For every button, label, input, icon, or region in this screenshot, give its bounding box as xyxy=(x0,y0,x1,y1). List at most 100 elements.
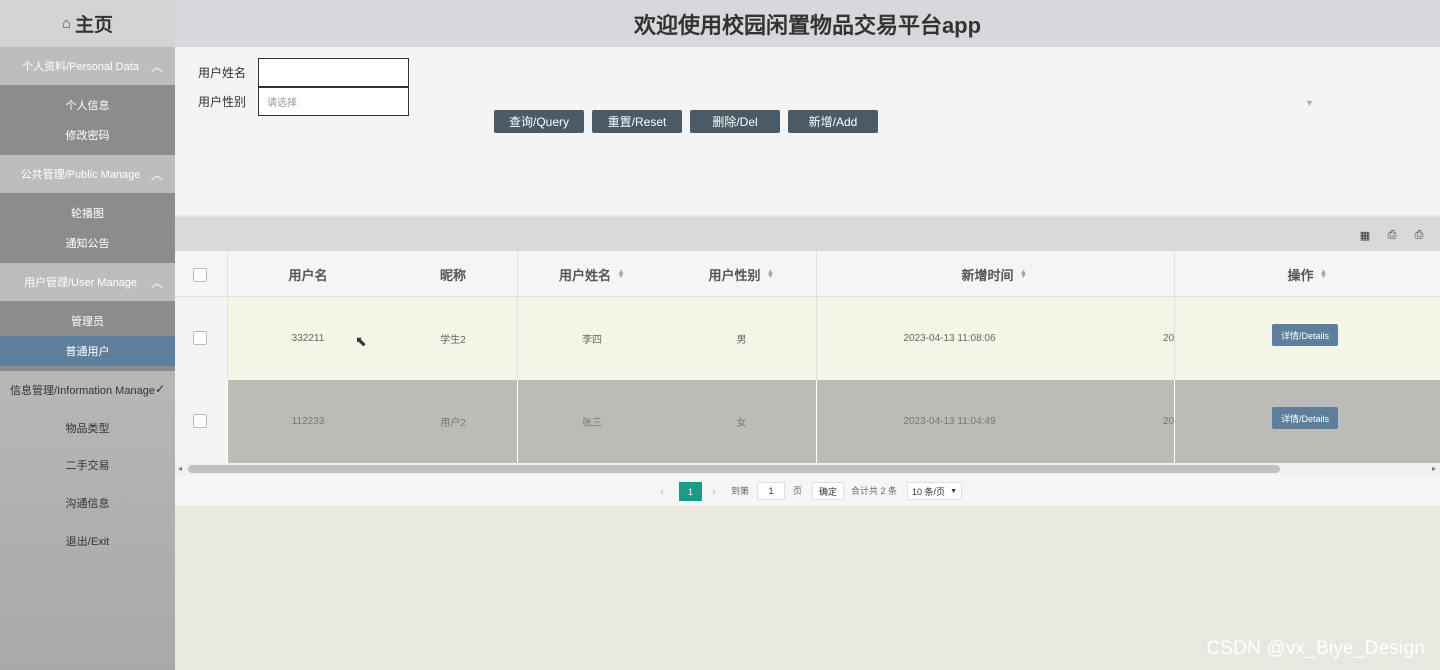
table-header: 用户名 昵称 用户姓名 ▲ ▼ 用户性别 ▲ ▼ 新增时间 ▲ ▼ 操作 ▲ ▼ xyxy=(175,251,1440,297)
table-toolbar: ▦ ⎙ ⎙ xyxy=(175,215,1440,251)
name-filter-input[interactable] xyxy=(258,58,409,87)
sidebar-group-public-items: 轮播图 通知公告 xyxy=(0,193,175,263)
goto-prefix: 到第 xyxy=(731,486,750,496)
chevron-up-icon: ︿ xyxy=(150,168,163,182)
cell-created: 2023-04-13 11:04:49 xyxy=(903,416,996,427)
sidebar-item-message[interactable]: 沟通信息 xyxy=(0,484,175,522)
scroll-thumb[interactable] xyxy=(188,465,1280,473)
page-size-value: 10 条/页 xyxy=(912,486,946,497)
sidebar-group-personal[interactable]: 个人资料/Personal Data ︿ xyxy=(0,47,175,85)
gender-filter-label: 用户性别 xyxy=(198,95,247,109)
divider xyxy=(1174,380,1175,463)
chevron-up-icon: ︿ xyxy=(150,276,163,290)
cell-nickname: 学生2 xyxy=(440,335,466,346)
column-header-created[interactable]: 新增时间 ▲ ▼ xyxy=(816,251,1173,297)
goto-confirm-button[interactable]: 确定 xyxy=(812,482,844,500)
row-checkbox[interactable] xyxy=(193,414,207,428)
scroll-left-icon[interactable]: ◂ xyxy=(178,464,182,473)
next-page-icon[interactable]: › xyxy=(712,475,716,506)
search-panel: 用户姓名 用户性别 请选择 ▼ 查询/Query 重置/Reset 删除/Del… xyxy=(175,47,1440,215)
pagination: ‹ 1 › 到第 1 页 确定 合计共 2 条 10 条/页 ▼ xyxy=(175,475,1440,506)
chevron-down-icon: ✓ xyxy=(154,382,165,396)
home-icon: ⌂ xyxy=(61,15,72,32)
goto-suffix: 页 xyxy=(793,486,803,496)
column-label: 用户姓名 xyxy=(559,267,612,283)
query-button[interactable]: 查询/Query xyxy=(494,110,584,133)
sidebar-item-admin[interactable]: 管理员 xyxy=(0,306,175,336)
sidebar-group-public[interactable]: 公共管理/Public Manage ︿ xyxy=(0,155,175,193)
reset-button[interactable]: 重置/Reset xyxy=(592,110,682,133)
sidebar-group-personal-items: 个人信息 修改密码 xyxy=(0,85,175,155)
top-header: 欢迎使用校园闲置物品交易平台app xyxy=(175,0,1440,47)
chevron-down-icon[interactable]: ▼ xyxy=(1305,98,1314,108)
watermark: CSDN @vx_Biye_Design xyxy=(1206,638,1425,659)
sidebar-item-normal-user[interactable]: 普通用户 xyxy=(0,336,175,366)
sidebar-group-user[interactable]: 用户管理/User Manage ︿ xyxy=(0,263,175,301)
cell-gender: 男 xyxy=(736,335,747,346)
table-row[interactable]: 112233 用户2 张三 女 2023-04-13 11:04:49 20 详… xyxy=(175,380,1440,463)
sidebar-item-carousel[interactable]: 轮播图 xyxy=(0,198,175,228)
sidebar-group-info-items: 物品类型 二手交易 沟通信息 xyxy=(0,409,175,522)
cell-created: 2023-04-13 11:08:06 xyxy=(903,333,996,344)
gender-filter-row: 用户性别 请选择 xyxy=(198,87,409,116)
mouse-cursor-icon: ⬉ xyxy=(355,333,367,349)
export-icon[interactable]: ⎙ xyxy=(1384,227,1400,243)
sort-icon[interactable]: ▲ ▼ xyxy=(1320,268,1328,280)
chevron-down-icon: ▼ xyxy=(950,487,957,495)
column-label: 新增时间 xyxy=(961,267,1014,283)
sidebar-item-item-type[interactable]: 物品类型 xyxy=(0,409,175,447)
cell-username: 112233 xyxy=(291,416,325,427)
total-count: 合计共 2 条 xyxy=(851,486,898,496)
column-label: 用户名 xyxy=(288,267,328,283)
print-icon[interactable]: ⎙ xyxy=(1411,227,1427,243)
group-label: 公共管理/Public Manage xyxy=(20,169,141,181)
cell-real-name: 李四 xyxy=(582,335,602,346)
sort-icon[interactable]: ▲ ▼ xyxy=(767,268,775,280)
column-header-username: 用户名 xyxy=(227,251,389,297)
divider xyxy=(1174,297,1175,380)
details-button[interactable]: 详情/Details xyxy=(1272,324,1338,346)
row-checkbox[interactable] xyxy=(193,331,207,345)
group-label: 信息管理/Information Manage xyxy=(10,385,155,397)
select-all-checkbox[interactable] xyxy=(193,268,207,282)
name-filter-label: 用户姓名 xyxy=(198,66,247,80)
home-label: 主页 xyxy=(75,15,114,36)
page-title: 欢迎使用校园闲置物品交易平台app xyxy=(633,12,982,38)
sidebar: ⌂ 主页 个人资料/Personal Data ︿ 个人信息 修改密码 公共管理… xyxy=(0,0,175,670)
sidebar-item-change-password[interactable]: 修改密码 xyxy=(0,120,175,150)
page-number-active[interactable]: 1 xyxy=(679,482,702,501)
gender-filter-select[interactable]: 请选择 xyxy=(258,87,409,116)
sidebar-item-notice[interactable]: 通知公告 xyxy=(0,228,175,258)
delete-button[interactable]: 删除/Del xyxy=(690,110,780,133)
sidebar-group-info[interactable]: 信息管理/Information Manage ✓ xyxy=(0,371,175,409)
column-header-nickname: 昵称 xyxy=(389,251,517,297)
scroll-right-icon[interactable]: ▸ xyxy=(1432,464,1436,473)
columns-icon[interactable]: ▦ xyxy=(1357,227,1373,243)
home-link[interactable]: ⌂ 主页 xyxy=(0,0,175,47)
name-filter-row: 用户姓名 xyxy=(198,58,409,87)
sidebar-group-user-items: 管理员 普通用户 xyxy=(0,301,175,371)
details-button[interactable]: 详情/Details xyxy=(1272,407,1338,429)
cell-gender: 女 xyxy=(736,418,747,429)
sort-icon[interactable]: ▲ ▼ xyxy=(617,268,625,280)
page-size-select[interactable]: 10 条/页 ▼ xyxy=(907,482,962,500)
sidebar-item-personal-info[interactable]: 个人信息 xyxy=(0,90,175,120)
goto-page-input[interactable]: 1 xyxy=(757,482,785,500)
prev-page-icon[interactable]: ‹ xyxy=(660,475,664,506)
column-label: 昵称 xyxy=(439,267,466,283)
column-label: 用户性别 xyxy=(708,267,761,283)
column-label: 操作 xyxy=(1287,267,1314,283)
horizontal-scrollbar[interactable]: ◂ ▸ xyxy=(175,463,1440,475)
sidebar-item-trade[interactable]: 二手交易 xyxy=(0,447,175,485)
group-label: 个人资料/Personal Data xyxy=(22,61,139,73)
cell-real-name: 张三 xyxy=(582,418,602,429)
add-button[interactable]: 新增/Add xyxy=(788,110,878,133)
group-label: 用户管理/User Manage xyxy=(23,277,138,289)
chevron-up-icon: ︿ xyxy=(150,60,163,74)
cell-nickname: 用户2 xyxy=(440,418,466,429)
column-header-actions[interactable]: 操作 ▲ ▼ xyxy=(1175,251,1440,297)
sort-icon[interactable]: ▲ ▼ xyxy=(1020,268,1028,280)
column-header-real-name[interactable]: 用户姓名 ▲ ▼ xyxy=(517,251,667,297)
column-header-gender[interactable]: 用户性别 ▲ ▼ xyxy=(667,251,816,297)
sidebar-item-exit[interactable]: 退出/Exit xyxy=(0,522,175,560)
